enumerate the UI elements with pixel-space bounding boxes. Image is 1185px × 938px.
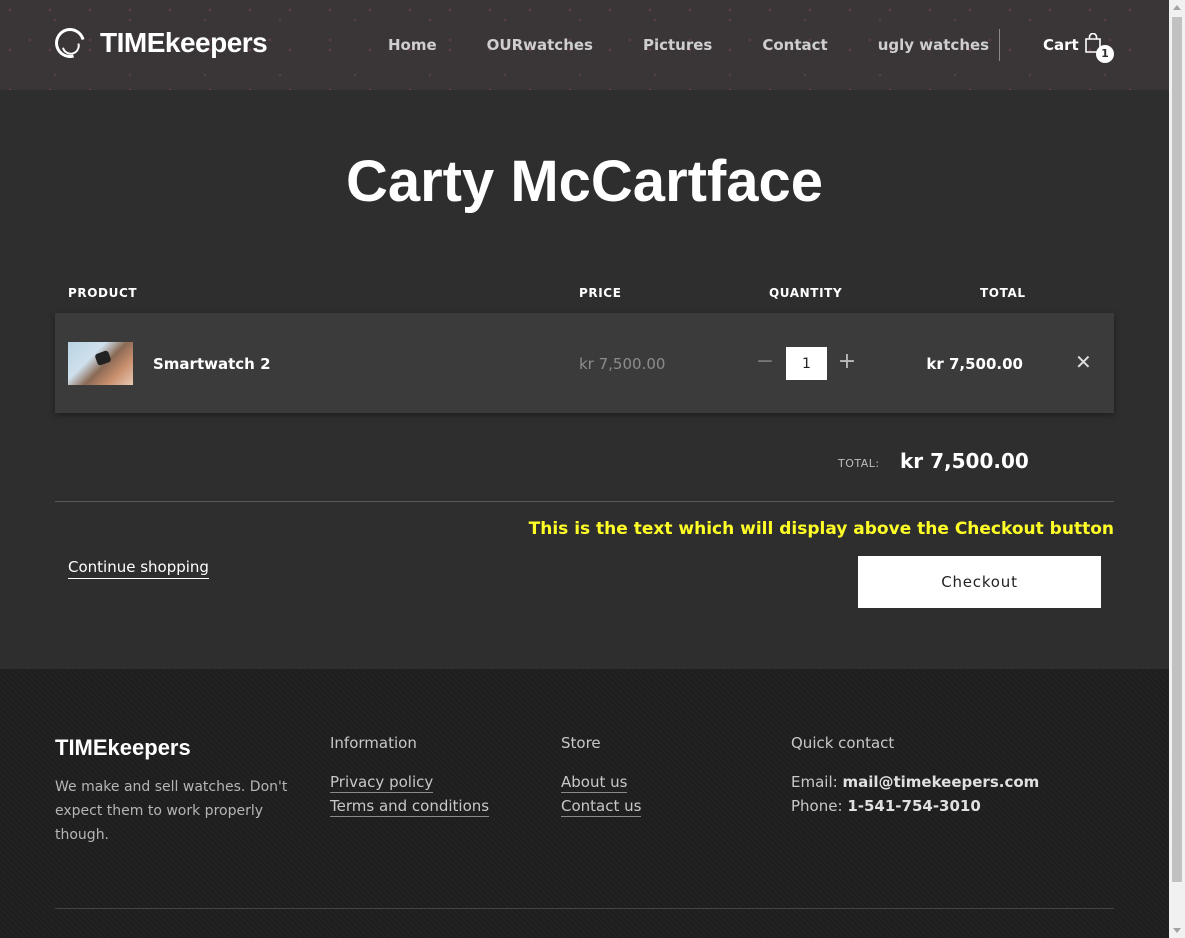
logo-icon — [49, 22, 91, 64]
product-thumbnail[interactable] — [68, 342, 133, 385]
terms-link[interactable]: Terms and conditions — [330, 796, 490, 817]
footer-divider — [55, 908, 1114, 909]
cart-link[interactable]: Cart — [1043, 36, 1079, 54]
continue-shopping-link[interactable]: Continue shopping — [68, 558, 209, 579]
main-nav: Home OURwatches Pictures Contact ugly wa… — [388, 36, 1039, 54]
footer-heading-contact: Quick contact — [791, 734, 895, 752]
privacy-policy-link[interactable]: Privacy policy — [330, 772, 434, 793]
column-header-product: PRODUCT — [68, 286, 138, 300]
footer-email: Email: mail@timekeepers.com — [791, 773, 1039, 791]
watch-icon — [94, 349, 112, 367]
site-logo[interactable]: TIMEkeepers — [49, 22, 268, 64]
column-header-total: TOTAL — [980, 286, 1026, 300]
nav-pictures[interactable]: Pictures — [643, 36, 712, 54]
quantity-increase-button[interactable]: + — [837, 349, 857, 374]
quantity-decrease-button[interactable]: − — [755, 349, 775, 374]
nav-ourwatches[interactable]: OURwatches — [487, 36, 593, 54]
product-name[interactable]: Smartwatch 2 — [153, 355, 271, 373]
email-value[interactable]: mail@timekeepers.com — [842, 773, 1039, 791]
contact-us-link[interactable]: Contact us — [561, 796, 642, 817]
site-header: TIMEkeepers Home OURwatches Pictures Con… — [0, 0, 1169, 90]
column-header-price: PRICE — [579, 286, 622, 300]
product-price: kr 7,500.00 — [579, 355, 666, 373]
phone-label: Phone: — [791, 797, 843, 815]
quantity-input[interactable] — [786, 347, 827, 380]
scroll-down-icon[interactable] — [1173, 928, 1181, 933]
page-scrollbar[interactable] — [1169, 0, 1185, 938]
summary-divider — [55, 501, 1114, 502]
row-total: kr 7,500.00 — [926, 355, 1023, 373]
remove-item-icon[interactable]: ✕ — [1075, 350, 1092, 374]
column-header-quantity: QUANTITY — [769, 286, 843, 300]
scrollbar-thumb[interactable] — [1172, 17, 1182, 882]
checkout-button[interactable]: Checkout — [858, 556, 1101, 608]
nav-divider — [999, 29, 1000, 61]
brand-name: TIMEkeepers — [100, 27, 268, 58]
total-label: TOTAL: — [838, 457, 880, 470]
cart-count-badge: 1 — [1096, 45, 1114, 63]
about-us-link[interactable]: About us — [561, 772, 628, 793]
nav-contact[interactable]: Contact — [762, 36, 827, 54]
nav-ugly-watches[interactable]: ugly watches — [878, 36, 989, 54]
cart-item-row: Smartwatch 2 kr 7,500.00 − + kr 7,500.00… — [55, 313, 1114, 413]
footer-phone: Phone: 1-541-754-3010 — [791, 797, 981, 815]
footer-brand: TIMEkeepers — [55, 735, 191, 760]
page-title: Carty McCartface — [345, 149, 824, 214]
footer-description: We make and sell watches. Don't expect t… — [55, 779, 288, 843]
footer-heading-information: Information — [330, 734, 417, 752]
total-value: kr 7,500.00 — [900, 449, 1029, 473]
nav-home[interactable]: Home — [388, 36, 437, 54]
checkout-note: This is the text which will display abov… — [528, 519, 1114, 539]
site-footer: TIMEkeepers We make and sell watches. Do… — [0, 669, 1169, 938]
footer-heading-store: Store — [561, 734, 601, 752]
email-label: Email: — [791, 773, 838, 791]
phone-value[interactable]: 1-541-754-3010 — [847, 797, 980, 815]
scroll-up-icon[interactable] — [1173, 5, 1181, 10]
